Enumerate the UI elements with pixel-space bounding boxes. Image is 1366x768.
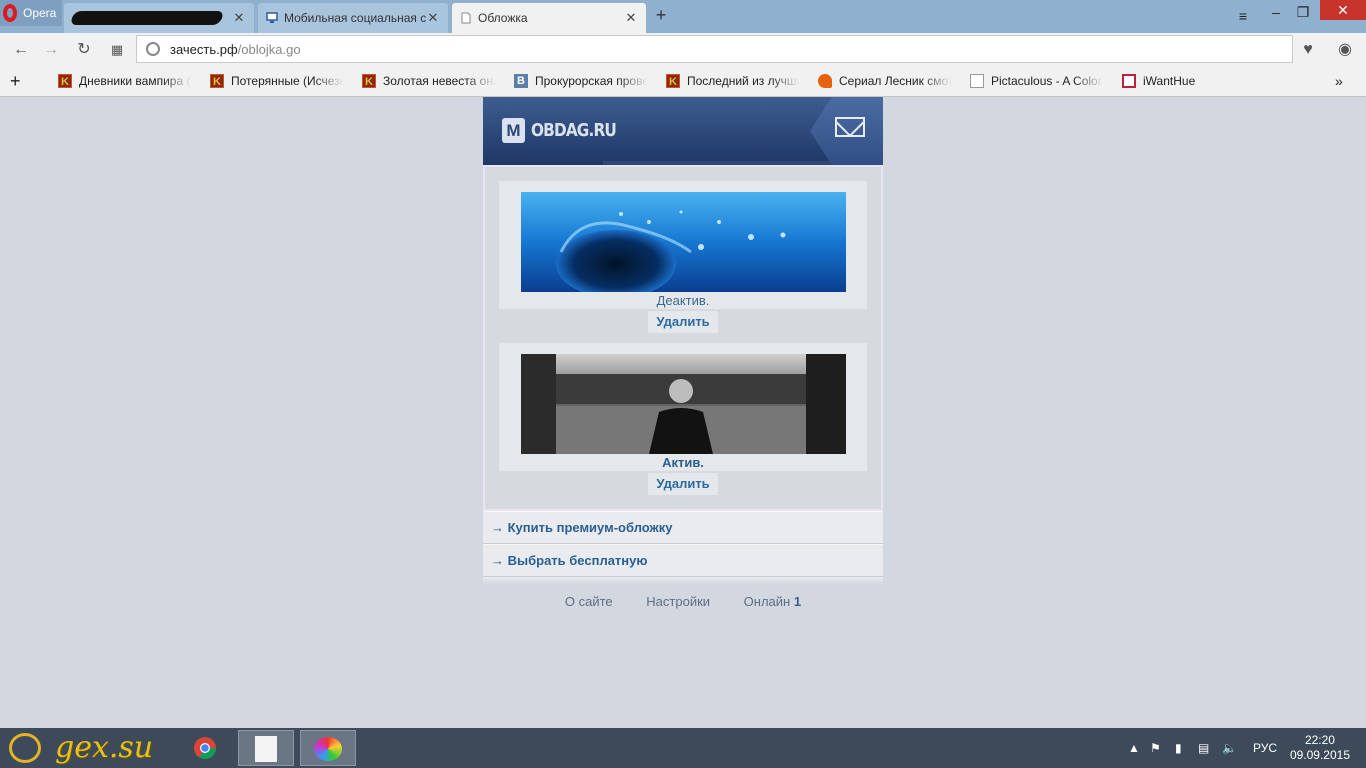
- hue-icon: [1122, 74, 1136, 88]
- tab-cover[interactable]: Обложка ✕: [452, 3, 646, 33]
- back-arrow-icon[interactable]: ←: [11, 40, 31, 60]
- mobile-site: M OBDAG.RU Деактив. Удалить Актив. Удали…: [483, 97, 883, 609]
- k-icon: K: [210, 74, 224, 88]
- cover-status-active: Актив.: [662, 455, 704, 470]
- address-host: зачесть.рф: [170, 41, 238, 57]
- redacted-title: [69, 11, 225, 25]
- bookmark-item[interactable]: Pictaculous - A Color: [970, 73, 1104, 89]
- palette-icon: [314, 737, 342, 761]
- navigation-bar: ← → ↻ ▦ зачесть.рф/oblojka.go ♥ ◉: [0, 33, 1366, 66]
- close-icon[interactable]: ✕: [232, 10, 246, 26]
- action-center-flag-icon[interactable]: ⚑: [1150, 728, 1161, 768]
- online-counter[interactable]: Онлайн 1: [744, 594, 801, 609]
- fox-icon: [818, 74, 832, 88]
- bookmarks-bar: + K Дневники вампира ( K Потерянные (Исчез…: [0, 66, 1366, 97]
- cover-card: Деактив.: [499, 181, 867, 309]
- envelope-icon: [835, 117, 865, 137]
- tab-redacted[interactable]: ✕: [64, 3, 254, 33]
- reload-icon[interactable]: ↻: [74, 40, 94, 60]
- k-icon: K: [58, 74, 72, 88]
- address-path: /oblojka.go: [237, 41, 301, 57]
- bookmark-item[interactable]: B Прокурорская прове: [514, 73, 648, 89]
- minimize-button[interactable]: –: [1262, 0, 1290, 26]
- document-icon: [255, 736, 277, 762]
- choose-free-cover-link[interactable]: → Выбрать бесплатную: [483, 544, 883, 577]
- close-icon[interactable]: ✕: [624, 10, 638, 26]
- opera-logo-icon: [3, 4, 17, 22]
- bookmark-item[interactable]: K Потерянные (Исчезн: [210, 73, 344, 89]
- opera-menu-button[interactable]: Opera: [0, 0, 62, 26]
- show-hidden-icons-chevron-icon[interactable]: ▲: [1128, 728, 1140, 768]
- input-language[interactable]: РУС: [1253, 728, 1277, 768]
- site-info-icon[interactable]: [146, 42, 160, 56]
- k-icon: K: [362, 74, 376, 88]
- bookmark-item[interactable]: Сериал Лесник смот: [818, 73, 952, 89]
- tab-mobile-social[interactable]: Мобильная социальная с ✕: [258, 3, 448, 33]
- vk-icon: B: [514, 74, 528, 88]
- add-bookmark-plus-icon[interactable]: +: [10, 73, 30, 89]
- heart-bookmark-icon[interactable]: ♥: [1298, 40, 1318, 60]
- bookmark-item[interactable]: iWantHue: [1122, 73, 1212, 89]
- logo-letter: M: [502, 118, 525, 143]
- cover-card: Актив.: [499, 343, 867, 471]
- bookmark-item[interactable]: K Последний из лучши: [666, 73, 800, 89]
- settings-link[interactable]: Настройки: [646, 594, 710, 609]
- close-icon[interactable]: ✕: [426, 10, 440, 26]
- forward-arrow-icon[interactable]: →: [41, 40, 61, 60]
- buy-premium-cover-link[interactable]: → Купить премиум-обложку: [483, 511, 883, 544]
- tab-bar: Opera ✕ Мобильная социальная с ✕ Обложка…: [0, 0, 1366, 33]
- about-link[interactable]: О сайте: [565, 594, 613, 609]
- speed-dial-grid-icon[interactable]: ▦: [107, 40, 127, 60]
- cover-status-inactive: Деактив.: [656, 293, 710, 308]
- bookmark-item[interactable]: K Дневники вампира (: [58, 73, 192, 89]
- taskbar-logo-text: gex.su: [55, 730, 154, 765]
- water-splash-cover-image[interactable]: [520, 192, 846, 292]
- page-icon: [461, 12, 471, 24]
- k-icon: K: [666, 74, 680, 88]
- clock-date: 09.09.2015: [1289, 748, 1350, 762]
- taskbar-notepad-app[interactable]: [238, 730, 294, 766]
- taskbar-paint-app[interactable]: [300, 730, 356, 766]
- protest-photo-cover-image[interactable]: [520, 354, 846, 454]
- more-bookmarks-chevron-icon[interactable]: »: [1335, 73, 1351, 89]
- tab-label: Мобильная социальная с: [284, 11, 426, 25]
- volume-icon[interactable]: 🔈: [1222, 728, 1237, 768]
- delete-cover-link[interactable]: Удалить: [648, 473, 718, 495]
- chrome-icon[interactable]: [193, 736, 217, 760]
- tab-menu-icon[interactable]: ≡: [1229, 4, 1257, 30]
- logo-text: OBDAG.RU: [531, 120, 617, 141]
- close-window-button[interactable]: ✕: [1320, 0, 1366, 20]
- cover-item: Деактив. Удалить: [499, 181, 867, 333]
- covers-content: Деактив. Удалить Актив. Удалить: [483, 165, 883, 511]
- windows-taskbar: gex.su ▲ ⚑ ▮ ▤ 🔈 РУС 22:20 09.09.2015: [0, 728, 1366, 768]
- cover-item: Актив. Удалить: [499, 343, 867, 495]
- address-bar[interactable]: зачесть.рф/oblojka.go: [136, 35, 1293, 63]
- system-clock[interactable]: 22:20 09.09.2015: [1290, 733, 1350, 763]
- menu-bottom-edge: [483, 577, 883, 584]
- bookmark-item[interactable]: K Золотая невеста онл: [362, 73, 496, 89]
- site-header: M OBDAG.RU: [483, 97, 883, 165]
- new-tab-button[interactable]: +: [652, 6, 670, 24]
- doc-icon: [970, 74, 984, 88]
- tab-label: Обложка: [478, 11, 528, 25]
- clock-time: 22:20: [1304, 733, 1335, 747]
- battery-icon[interactable]: ▮: [1175, 728, 1182, 768]
- restore-button[interactable]: ❐: [1289, 0, 1317, 26]
- site-logo[interactable]: M OBDAG.RU: [502, 118, 631, 143]
- site-footer: О сайте Настройки Онлайн 1: [483, 584, 883, 609]
- start-button-icon[interactable]: [9, 733, 41, 763]
- monitor-icon: [266, 12, 278, 23]
- account-icon[interactable]: ◉: [1335, 40, 1355, 60]
- opera-menu-label: Opera: [23, 6, 57, 20]
- network-icon[interactable]: ▤: [1198, 728, 1209, 768]
- delete-cover-link[interactable]: Удалить: [648, 311, 718, 333]
